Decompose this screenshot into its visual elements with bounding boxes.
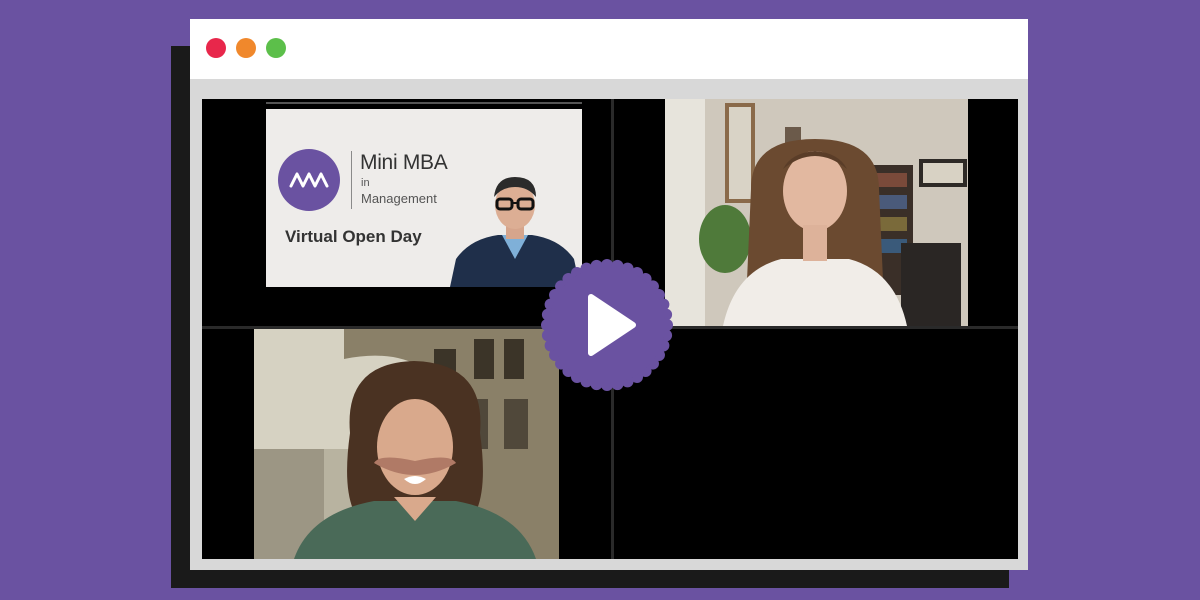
play-icon[interactable]	[541, 259, 673, 391]
logo-separator	[351, 151, 352, 209]
title-bar	[190, 19, 1028, 79]
slide-top-border	[266, 102, 582, 104]
brand-subtitle-in: in	[361, 177, 370, 189]
maximize-window-button[interactable]	[266, 38, 286, 58]
minimize-window-button[interactable]	[236, 38, 256, 58]
participant-2-video	[665, 99, 968, 326]
close-window-button[interactable]	[206, 38, 226, 58]
video-tile-participant-2	[665, 99, 968, 326]
participant-3-video	[254, 329, 559, 559]
brand-subtitle-management: Management	[361, 191, 437, 206]
video-tile-participant-3	[254, 329, 559, 559]
event-title: Virtual Open Day	[285, 227, 422, 246]
presentation-slide: Mini MBA in Management Virtual Open Day	[266, 109, 582, 287]
brand-name: Mini MBA	[360, 151, 448, 174]
mw-zigzag-icon	[278, 149, 340, 211]
